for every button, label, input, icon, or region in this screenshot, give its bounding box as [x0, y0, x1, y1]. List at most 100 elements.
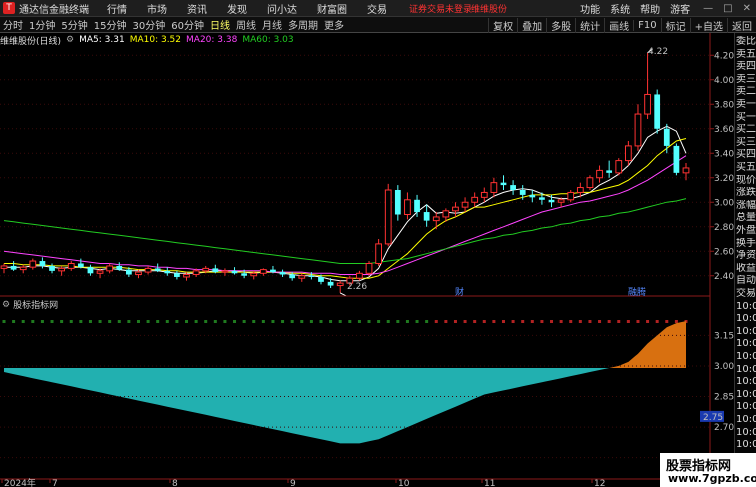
signal-dot — [165, 320, 169, 323]
side-label: 10:09 — [736, 439, 756, 451]
signal-dot — [607, 320, 611, 323]
candle-body-up — [634, 113, 642, 147]
signal-dot — [40, 320, 44, 323]
period-fenshi[interactable]: 分时 — [0, 17, 26, 32]
candle-body-up — [0, 265, 8, 269]
period-60min[interactable]: 60分钟 — [168, 17, 207, 32]
menu-function[interactable]: 功能 — [580, 1, 600, 16]
menu-help[interactable]: 帮助 — [640, 1, 660, 16]
signal-dot — [453, 320, 457, 323]
signal-dot — [146, 320, 150, 323]
side-label: 买四 — [736, 149, 756, 161]
ma5-value: MA5: 3.31 — [79, 35, 125, 45]
side-label: 净资 — [736, 250, 756, 262]
indicator-tick-label: 2.70 — [714, 423, 734, 433]
settings-icon[interactable]: ⚙ — [66, 35, 74, 45]
signal-dot — [386, 320, 390, 323]
add-watchlist-button[interactable]: +自选 — [689, 17, 727, 33]
period-more[interactable]: 更多 — [321, 17, 347, 32]
signal-dot — [21, 320, 25, 323]
period-daily[interactable]: 日线 — [207, 17, 233, 32]
back-button[interactable]: 返回 — [727, 17, 756, 33]
price-tick-label: 3.40 — [714, 149, 734, 159]
menu-guest[interactable]: 游客 — [670, 1, 690, 16]
signal-dot — [511, 320, 515, 323]
price-tick-label: 4.00 — [714, 76, 734, 86]
period-monthly[interactable]: 月线 — [259, 17, 285, 32]
kline-chart[interactable]: 4.20 4.00 3.80 3.60 3.40 3.20 3.00 2.80 2.60 2.40… — [0, 33, 734, 487]
period-weekly[interactable]: 周线 — [233, 17, 259, 32]
period-1min[interactable]: 1分钟 — [26, 17, 58, 32]
trade-login-status[interactable]: 证券交易未登录 — [409, 2, 472, 15]
candle-body-down — [49, 265, 55, 271]
signal-dot — [117, 320, 121, 323]
restore-rights-button[interactable]: 复权 — [488, 17, 517, 33]
side-label: 收益 — [736, 262, 756, 274]
mark-button[interactable]: 标记 — [660, 17, 690, 33]
signal-dot — [492, 320, 496, 323]
menu-jiaoyi[interactable]: 交易 — [367, 1, 387, 16]
side-label: 10:09 — [736, 426, 756, 438]
period-30min[interactable]: 30分钟 — [129, 17, 168, 32]
menu-hangqing[interactable]: 行情 — [107, 1, 127, 16]
candle-body-up — [384, 189, 392, 245]
signal-dot — [482, 320, 486, 323]
candle-body-up — [58, 267, 66, 272]
candle-body-down — [606, 170, 613, 173]
candle-body-down — [510, 185, 516, 190]
financial-marker[interactable]: 财 — [455, 286, 464, 298]
candle-body-down — [654, 94, 661, 129]
signal-dot — [473, 320, 477, 323]
signal-dot — [319, 320, 323, 323]
f10-button[interactable]: F10 — [633, 19, 660, 31]
candle-body-up — [596, 169, 603, 179]
candle-body-up — [615, 160, 623, 174]
menu-zixun[interactable]: 资讯 — [187, 1, 207, 16]
candle-body-up — [19, 266, 27, 271]
menu-faxian[interactable]: 发现 — [227, 1, 247, 16]
menu-system[interactable]: 系统 — [610, 1, 630, 16]
candle-body-up — [471, 196, 479, 203]
price-tick-label: 3.20 — [714, 174, 734, 184]
candle-body-down — [673, 145, 680, 173]
side-label: 卖四 — [736, 61, 756, 73]
signal-dot — [290, 320, 294, 323]
overlay-button[interactable]: 叠加 — [517, 17, 546, 33]
event-marker[interactable]: 融腾 — [628, 286, 646, 298]
app-title: 通达信金融终端 — [19, 4, 89, 16]
signal-dot — [261, 320, 265, 323]
signal-dot — [233, 320, 237, 323]
menu-caifuquan[interactable]: 财富圈 — [317, 1, 347, 16]
candle-body-up — [375, 243, 383, 264]
draw-line-button[interactable]: 画线 — [604, 17, 633, 33]
minimize-icon[interactable]: — — [703, 3, 713, 14]
multi-stock-button[interactable]: 多股 — [546, 17, 575, 33]
candle-body-down — [318, 276, 324, 282]
candle-body-up — [365, 263, 373, 274]
period-multi[interactable]: 多周期 — [285, 17, 321, 32]
maximize-icon[interactable]: □ — [723, 3, 732, 14]
period-5min[interactable]: 5分钟 — [58, 17, 90, 32]
signal-dot — [194, 320, 198, 323]
period-15min[interactable]: 15分钟 — [91, 17, 130, 32]
candle-body-down — [423, 212, 430, 221]
candle-body-up — [298, 275, 306, 279]
signal-dot — [626, 320, 630, 323]
current-stock-name: 维维股份 — [471, 5, 508, 15]
signal-dot — [521, 320, 525, 323]
candle-body-down — [241, 273, 248, 276]
signal-dot — [223, 320, 227, 323]
candle-body-down — [231, 270, 238, 274]
signal-dot — [50, 320, 54, 323]
menu-wenxiaoda[interactable]: 问小达 — [267, 1, 297, 16]
date-tick-label: 2024年 — [4, 477, 36, 487]
statistics-button[interactable]: 统计 — [575, 17, 604, 33]
close-icon[interactable]: ✕ — [743, 3, 751, 14]
candle-body-down — [116, 265, 123, 270]
menu-shichang[interactable]: 市场 — [147, 1, 167, 16]
side-label: 交易 — [736, 288, 756, 299]
indicator-header: ⚙ 股标指标网 — [2, 298, 58, 312]
side-label: 10:09 — [736, 376, 756, 388]
indicator-settings-icon[interactable]: ⚙ — [2, 300, 10, 310]
signal-dot — [550, 320, 554, 323]
